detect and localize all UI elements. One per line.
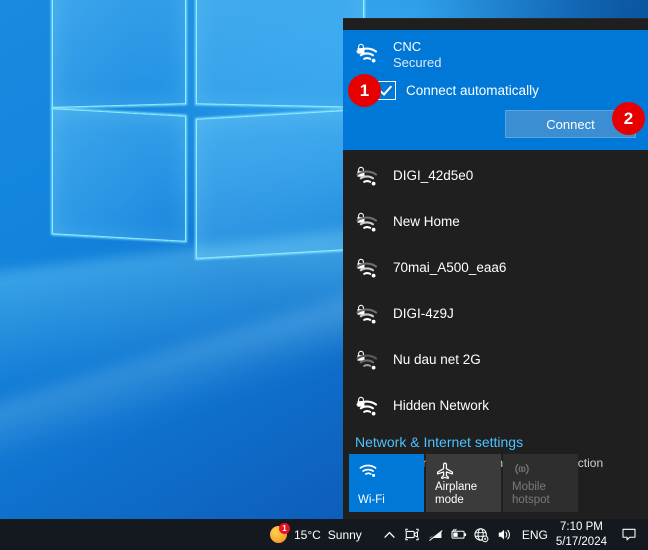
- tray-globe-network-button[interactable]: [470, 519, 493, 550]
- network-name: Hidden Network: [393, 397, 490, 413]
- network-name: 70mai_A500_eaa6: [393, 259, 507, 275]
- network-list: DIGI_42d5e0 New Home 70mai_A500_eaa6 DIG…: [343, 150, 648, 428]
- selected-network-name: CNC: [393, 39, 422, 54]
- network-disconnected-icon: [428, 528, 443, 541]
- quick-actions-row: Wi-Fi Airplane mode Mobile hotspot: [349, 454, 578, 512]
- speaker-icon: [498, 529, 510, 540]
- network-list-item[interactable]: DIGI_42d5e0: [343, 152, 648, 198]
- chevron-up-icon: [384, 531, 395, 538]
- quick-action-wifi[interactable]: Wi-Fi: [349, 454, 424, 512]
- wifi-lock-icon: [355, 162, 381, 188]
- network-list-item[interactable]: Hidden Network: [343, 382, 648, 428]
- selected-network-status: Secured: [393, 55, 442, 71]
- network-list-item[interactable]: New Home: [343, 198, 648, 244]
- network-list-item[interactable]: DIGI-4z9J: [343, 290, 648, 336]
- quick-action-airplane-mode[interactable]: Airplane mode: [426, 454, 501, 512]
- wifi-lock-icon: [355, 300, 381, 326]
- network-list-item[interactable]: 70mai_A500_eaa6: [343, 244, 648, 290]
- clock-date: 5/17/2024: [555, 535, 607, 548]
- wallpaper-pane-bottom-left: [52, 108, 186, 242]
- hotspot-icon: [515, 463, 529, 475]
- clock-time: 7:10 PM: [560, 521, 603, 534]
- panel-top-strip: [343, 19, 648, 30]
- connect-button-row: Connect: [343, 108, 648, 150]
- taskbar: 1 15°C Sunny ENG 7:10 PM 5/17/2024: [0, 519, 648, 550]
- airplane-icon: [436, 462, 454, 480]
- tray-battery-button[interactable]: [447, 519, 470, 550]
- wallpaper-pane-top-right: [196, 0, 364, 108]
- globe-network-icon: [474, 527, 489, 542]
- taskbar-weather-widget[interactable]: 1 15°C Sunny: [269, 523, 362, 543]
- camera-icon: [405, 528, 419, 541]
- tray-volume-button[interactable]: [493, 519, 516, 550]
- network-name: DIGI_42d5e0: [393, 167, 474, 183]
- wifi-flyout-panel: CNC Secured Connect automatically Connec…: [343, 18, 648, 520]
- wifi-signal-icon: [356, 47, 378, 63]
- wallpaper-pane-top-left: [52, 0, 186, 108]
- network-list-item[interactable]: Nu dau net 2G: [343, 336, 648, 382]
- wifi-signal-icon: [356, 400, 378, 416]
- action-center-icon: [621, 528, 636, 541]
- quick-action-mobile-hotspot: Mobile hotspot: [503, 454, 578, 512]
- wifi-signal-icon: [356, 262, 378, 278]
- show-hidden-icons-button[interactable]: [378, 519, 401, 550]
- language-indicator[interactable]: ENG: [522, 528, 548, 542]
- wifi-signal-icon: [356, 216, 378, 232]
- wifi-lock-icon: [355, 254, 381, 280]
- wifi-icon: [359, 464, 377, 477]
- quick-action-label: Mobile hotspot: [512, 480, 550, 506]
- tray-network-disconnected-button[interactable]: [424, 519, 447, 550]
- connect-automatically-label: Connect automatically: [406, 82, 539, 98]
- wifi-lock-icon: [355, 39, 381, 65]
- action-center-button[interactable]: [617, 519, 640, 550]
- weather-temperature: 15°C: [293, 527, 321, 542]
- selected-network-item[interactable]: CNC Secured Connect automatically Connec…: [343, 30, 648, 150]
- battery-icon: [451, 528, 466, 539]
- desktop-screen: CNC Secured Connect automatically Connec…: [0, 0, 648, 550]
- callout-badge-2: 2: [612, 102, 645, 135]
- weather-text: 15°C Sunny: [294, 528, 362, 542]
- network-internet-settings-link[interactable]: Network & Internet settings: [355, 434, 523, 450]
- taskbar-clock[interactable]: 7:10 PM 5/17/2024: [556, 520, 607, 549]
- weather-condition: Sunny: [327, 527, 362, 542]
- sun-icon: 1: [269, 523, 290, 543]
- quick-action-label: Wi-Fi: [358, 493, 385, 506]
- callout-badge-1: 1: [348, 74, 381, 107]
- wifi-lock-icon: [355, 346, 381, 372]
- wifi-signal-icon: [356, 354, 378, 370]
- wifi-lock-icon: [355, 208, 381, 234]
- network-name: New Home: [393, 213, 460, 229]
- wifi-lock-icon: [355, 392, 381, 418]
- wifi-signal-icon: [356, 170, 378, 186]
- network-name: DIGI-4z9J: [393, 305, 454, 321]
- wifi-signal-icon: [356, 308, 378, 324]
- tray-camera-button[interactable]: [401, 519, 424, 550]
- connect-automatically-row[interactable]: Connect automatically: [343, 74, 648, 108]
- selected-network-header: CNC Secured: [343, 30, 648, 74]
- weather-notification-badge: 1: [278, 523, 290, 534]
- network-name: Nu dau net 2G: [393, 351, 481, 367]
- quick-action-label: Airplane mode: [435, 480, 478, 506]
